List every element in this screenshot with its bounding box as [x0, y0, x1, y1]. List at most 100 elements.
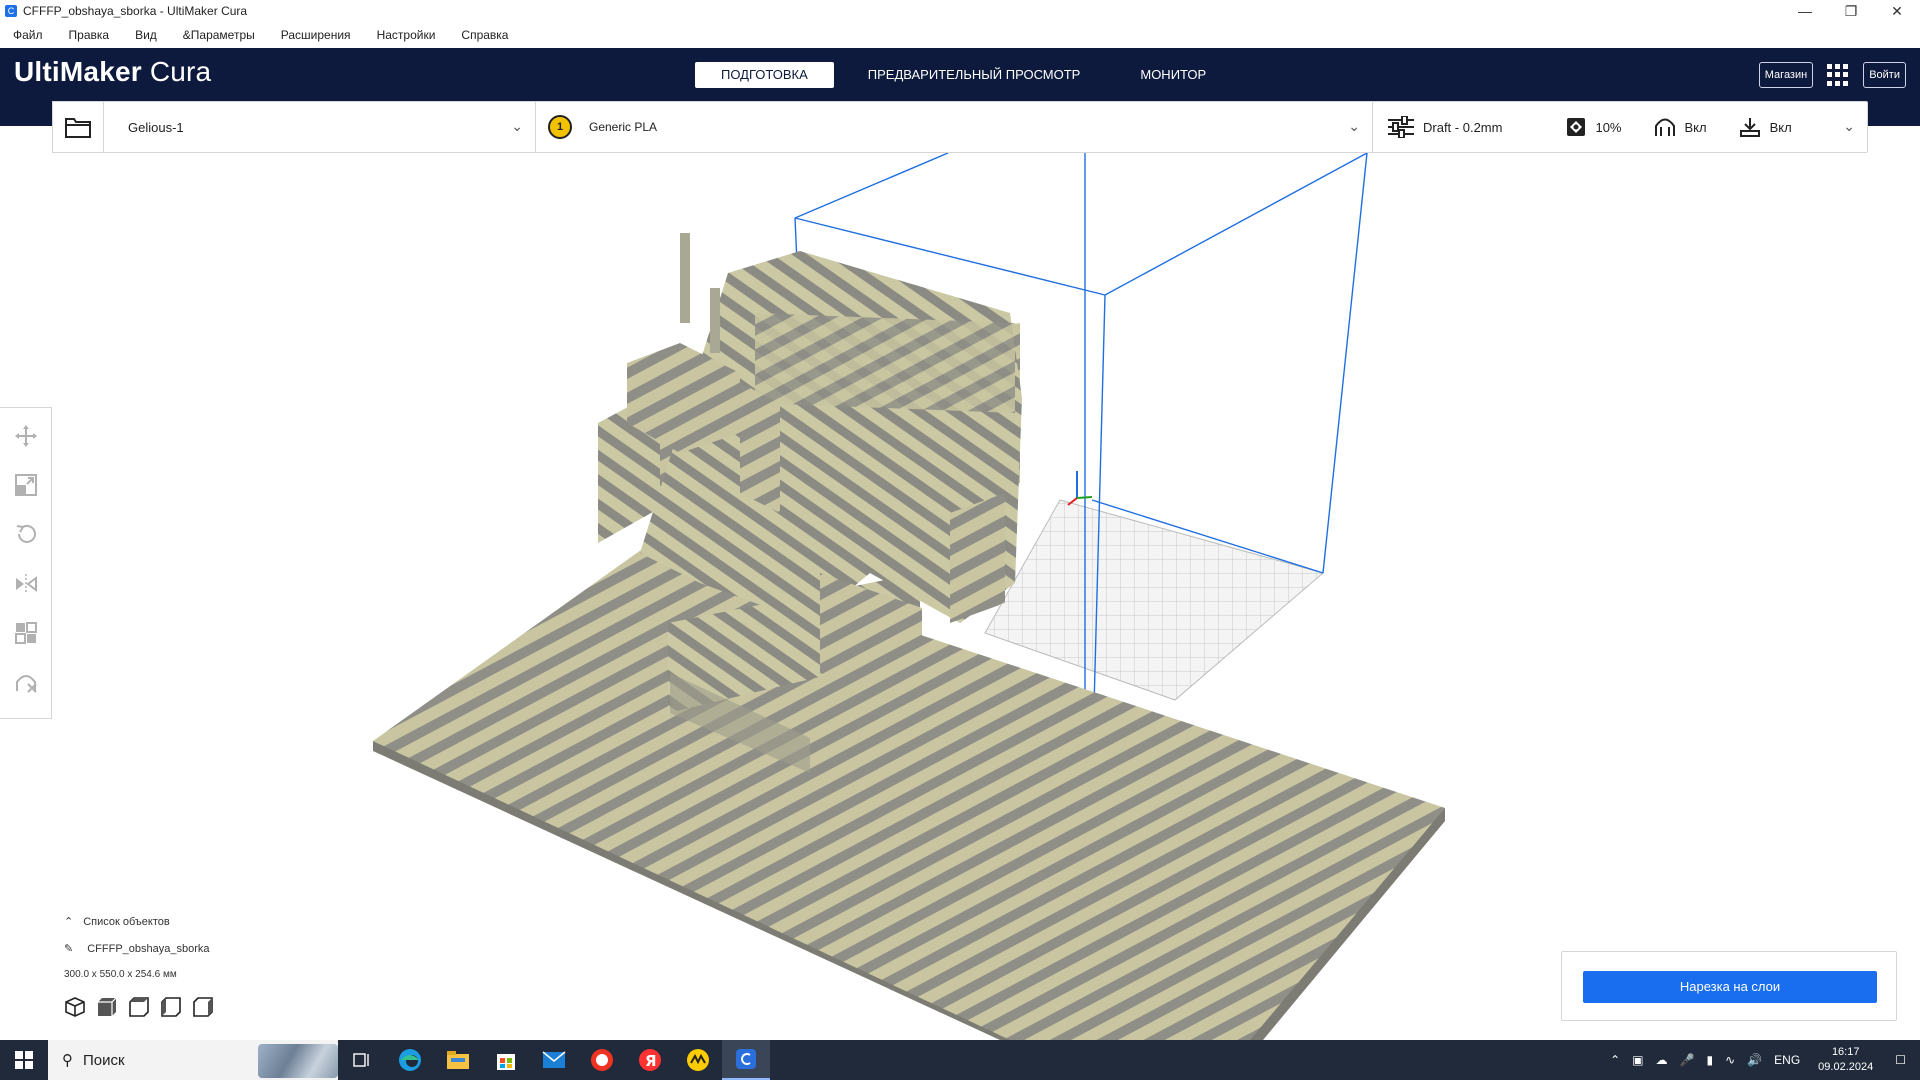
cloud-icon[interactable]: ☁: [1656, 1053, 1668, 1067]
scale-tool[interactable]: [11, 471, 41, 498]
tab-preview[interactable]: ПРЕДВАРИТЕЛЬНЫЙ ПРОСМОТР: [842, 62, 1107, 88]
header-actions: Магазин Войти: [1758, 62, 1906, 88]
taskbar-clock[interactable]: 16:17 09.02.2024: [1818, 1045, 1873, 1075]
svg-text:Я: Я: [645, 1052, 657, 1070]
taskbar-search[interactable]: ⚲ Поиск: [48, 1040, 338, 1080]
ultimaker-cura-logo: UltiMaker Cura: [14, 56, 212, 87]
printer-name: Gelious-1: [128, 119, 184, 135]
view-top-icon[interactable]: [128, 996, 150, 1018]
view-3d-icon[interactable]: [64, 996, 86, 1018]
restore-icon[interactable]: ❐: [1828, 0, 1874, 22]
menu-edit[interactable]: Правка: [69, 28, 110, 42]
file-explorer-icon[interactable]: [434, 1040, 482, 1080]
apps-grid-icon[interactable]: [1827, 64, 1849, 86]
open-file-button[interactable]: [52, 101, 104, 153]
sliders-icon: [1388, 116, 1414, 138]
windows-taskbar: ⚲ Поиск Я ⌃ ▣ ☁ 🎤 ▮ ∿ 🔊 ENG 16:17 09.02.…: [0, 1040, 1920, 1080]
marketplace-button[interactable]: Магазин: [1758, 62, 1814, 88]
scale-icon: [14, 473, 37, 496]
per-model-settings-tool[interactable]: [11, 619, 41, 646]
object-dimensions: 300.0 x 550.0 x 254.6 мм: [64, 969, 177, 980]
profile-setting: Draft - 0.2mm: [1388, 116, 1502, 138]
slice-button[interactable]: Нарезка на слои: [1583, 971, 1877, 1003]
mirror-tool[interactable]: [11, 570, 41, 597]
configuration-bar: Gelious-1 ⌄ 1 Generic PLA ⌄ Draft - 0.2m…: [52, 101, 1868, 153]
support-value: Вкл: [1684, 119, 1707, 135]
meet-icon[interactable]: ▣: [1632, 1053, 1643, 1067]
adhesion-setting: Вкл: [1739, 117, 1792, 137]
task-view-icon[interactable]: [338, 1040, 386, 1080]
menu-extensions[interactable]: Расширения: [281, 28, 351, 42]
close-icon[interactable]: ✕: [1874, 0, 1920, 22]
mail-icon[interactable]: [530, 1040, 578, 1080]
notifications-icon[interactable]: ☐: [1895, 1053, 1906, 1067]
rotate-tool[interactable]: [11, 521, 41, 548]
view-right-icon[interactable]: [192, 996, 214, 1018]
move-icon: [14, 424, 37, 447]
mirror-icon: [15, 573, 37, 594]
object-name-row[interactable]: ✎ CFFFP_obshaya_sborka: [64, 942, 224, 956]
tab-prepare[interactable]: ПОДГОТОВКА: [695, 62, 834, 88]
move-tool[interactable]: [11, 422, 41, 449]
yandex-browser-icon[interactable]: [578, 1040, 626, 1080]
axis-gizmo: [1067, 471, 1093, 506]
material-selector[interactable]: 1 Generic PLA ⌄: [536, 102, 1373, 152]
language-indicator[interactable]: ENG: [1774, 1053, 1800, 1067]
chevron-down-icon: ⌄: [511, 118, 523, 134]
chevron-down-icon: ⌄: [1348, 118, 1360, 134]
yandex-music-icon[interactable]: [674, 1040, 722, 1080]
build-plate: [984, 499, 1325, 701]
object-list-header: Список объектов: [83, 915, 170, 928]
printer-selector[interactable]: Gelious-1 ⌄: [116, 102, 536, 152]
tab-monitor[interactable]: МОНИТОР: [1114, 62, 1232, 88]
object-list-toggle[interactable]: ⌃ Список объектов: [64, 915, 224, 929]
yandex-icon[interactable]: Я: [626, 1040, 674, 1080]
chevron-up-icon: ⌃: [64, 916, 74, 928]
window-controls: — ❐ ✕: [1782, 0, 1920, 22]
microphone-icon[interactable]: 🎤: [1680, 1053, 1695, 1067]
support-blocker-tool[interactable]: [11, 669, 41, 696]
microsoft-store-icon[interactable]: [482, 1040, 530, 1080]
windows-logo-icon: [15, 1051, 33, 1069]
folder-icon: [65, 118, 91, 138]
clock-time: 16:17: [1831, 1046, 1860, 1058]
3d-viewport[interactable]: [0, 152, 1920, 1040]
pencil-icon: ✎: [64, 943, 74, 955]
edge-icon[interactable]: [386, 1040, 434, 1080]
support-blocker-icon: [15, 675, 37, 694]
menu-preferences[interactable]: Настройки: [377, 28, 436, 42]
minimize-icon[interactable]: —: [1782, 0, 1828, 22]
menu-view[interactable]: Вид: [135, 28, 157, 42]
per-model-settings-icon: [14, 621, 37, 644]
battery-icon[interactable]: ▮: [1707, 1053, 1714, 1067]
print-settings-selector[interactable]: Draft - 0.2mm 10% Вкл Вкл ⌄: [1373, 102, 1867, 152]
menu-help[interactable]: Справка: [461, 28, 508, 42]
view-left-icon[interactable]: [160, 996, 182, 1018]
system-tray: ⌃ ▣ ☁ 🎤 ▮ ∿ 🔊 ENG 16:17 09.02.2024 ☐: [1604, 1040, 1920, 1080]
infill-value: 10%: [1595, 119, 1622, 135]
slice-panel: Нарезка на слои: [1561, 951, 1897, 1021]
window-title: CFFFP_obshaya_sborka - UltiMaker Cura: [23, 4, 248, 18]
menu-file[interactable]: Файл: [13, 28, 43, 42]
menu-bar: Файл Правка Вид &Параметры Расширения На…: [0, 22, 1920, 48]
profile-name: Draft - 0.2mm: [1423, 119, 1503, 135]
object-list-panel: ⌃ Список объектов ✎ CFFFP_obshaya_sborka…: [64, 915, 224, 1018]
chevron-up-icon[interactable]: ⌃: [1610, 1053, 1620, 1067]
start-button[interactable]: [0, 1040, 48, 1080]
menu-settings[interactable]: &Параметры: [183, 28, 255, 42]
infill-setting: 10%: [1566, 117, 1622, 137]
transform-toolbar: [0, 407, 52, 719]
build-scene[interactable]: [0, 152, 1920, 1040]
adhesion-value: Вкл: [1769, 119, 1792, 135]
cura-taskbar-icon[interactable]: [722, 1040, 770, 1080]
view-front-icon[interactable]: [96, 996, 118, 1018]
camera-view-buttons: [64, 996, 224, 1018]
sign-in-button[interactable]: Войти: [1863, 62, 1906, 88]
wifi-icon[interactable]: ∿: [1725, 1053, 1735, 1067]
support-icon: [1654, 118, 1675, 136]
cura-app-icon: C: [5, 5, 17, 17]
chevron-down-icon: ⌄: [1843, 118, 1855, 134]
volume-icon[interactable]: 🔊: [1747, 1053, 1762, 1067]
infill-icon: [1567, 118, 1586, 136]
object-name: CFFFP_obshaya_sborka: [87, 942, 210, 955]
